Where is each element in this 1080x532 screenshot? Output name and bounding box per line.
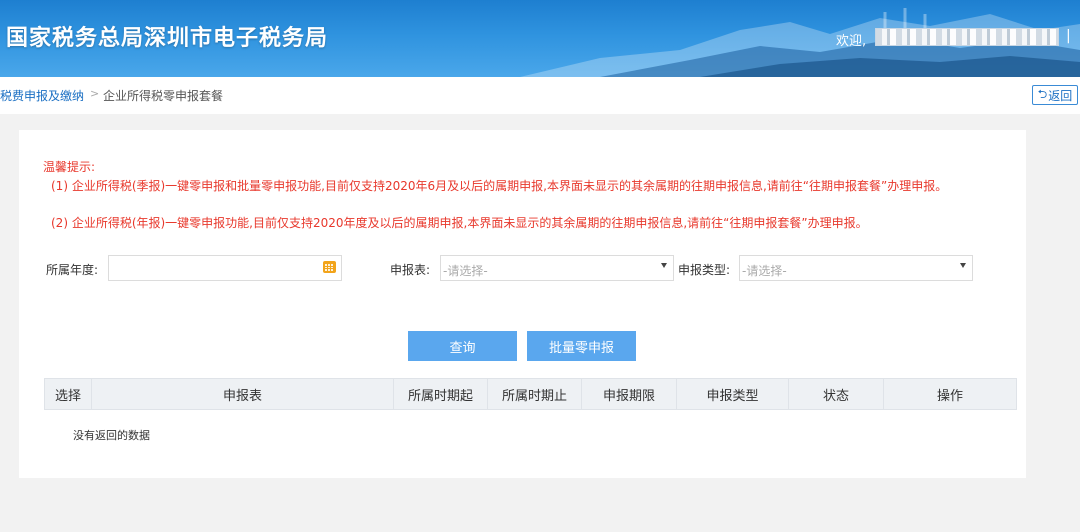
breadcrumb: 税费申报及缴纳 > 企业所得税零申报套餐 ⮌ 返回 (0, 77, 1080, 114)
table-header-row: 选择 申报表 所属时期起 所属时期止 申报期限 申报类型 状态 操作 (44, 378, 1017, 410)
column-header-deadline: 申报期限 (581, 378, 677, 410)
column-header-period-end: 所属时期止 (487, 378, 582, 410)
site-header: 国家税务总局深圳市电子税务局 欢迎, | (0, 0, 1080, 77)
form-select[interactable]: -请选择- (440, 255, 674, 281)
column-header-filing-type: 申报类型 (676, 378, 789, 410)
filing-type-select[interactable]: -请选择- (739, 255, 973, 281)
year-input[interactable] (108, 255, 342, 281)
column-header-actions: 操作 (883, 378, 1017, 410)
column-header-select: 选择 (44, 378, 92, 410)
breadcrumb-current: 企业所得税零申报套餐 (103, 89, 224, 103)
query-button[interactable]: 查询 (408, 331, 517, 361)
column-header-status: 状态 (788, 378, 884, 410)
breadcrumb-separator: > (90, 87, 100, 100)
back-button[interactable]: ⮌ 返回 (1032, 85, 1078, 105)
results-table: 选择 申报表 所属时期起 所属时期止 申报期限 申报类型 状态 操作 (44, 378, 1017, 410)
notice-item-quarterly: (1) 企业所得税(季报)一键零申报和批量零申报功能,目前仅支持2020年6月及… (51, 179, 948, 193)
column-header-form: 申报表 (91, 378, 394, 410)
notice-item-annual: (2) 企业所得税(年报)一键零申报功能,目前仅支持2020年度及以后的属期申报… (51, 216, 868, 230)
return-arrow-icon: ⮌ (1037, 86, 1048, 101)
breadcrumb-link-tax-filing[interactable]: 税费申报及缴纳 (0, 87, 84, 104)
empty-table-message: 没有返回的数据 (73, 429, 150, 442)
username-redacted (875, 28, 1059, 46)
notice-title: 温馨提示: (43, 160, 96, 174)
back-button-label: 返回 (1048, 88, 1073, 103)
header-separator: | (1066, 28, 1071, 44)
welcome-text: 欢迎, (836, 34, 867, 49)
batch-zero-filing-button[interactable]: 批量零申报 (527, 331, 636, 361)
filing-type-select-placeholder: -请选择- (742, 264, 787, 278)
filing-type-label: 申报类型: (678, 263, 731, 277)
chevron-down-icon (960, 263, 966, 268)
calendar-icon[interactable] (323, 261, 336, 273)
year-label: 所属年度: (46, 263, 99, 277)
main-panel: 温馨提示: (1) 企业所得税(季报)一键零申报和批量零申报功能,目前仅支持20… (19, 130, 1026, 478)
column-header-period-start: 所属时期起 (393, 378, 488, 410)
site-title: 国家税务总局深圳市电子税务局 (6, 26, 329, 51)
form-select-placeholder: -请选择- (443, 264, 488, 278)
chevron-down-icon (661, 263, 667, 268)
form-label: 申报表: (390, 263, 431, 277)
